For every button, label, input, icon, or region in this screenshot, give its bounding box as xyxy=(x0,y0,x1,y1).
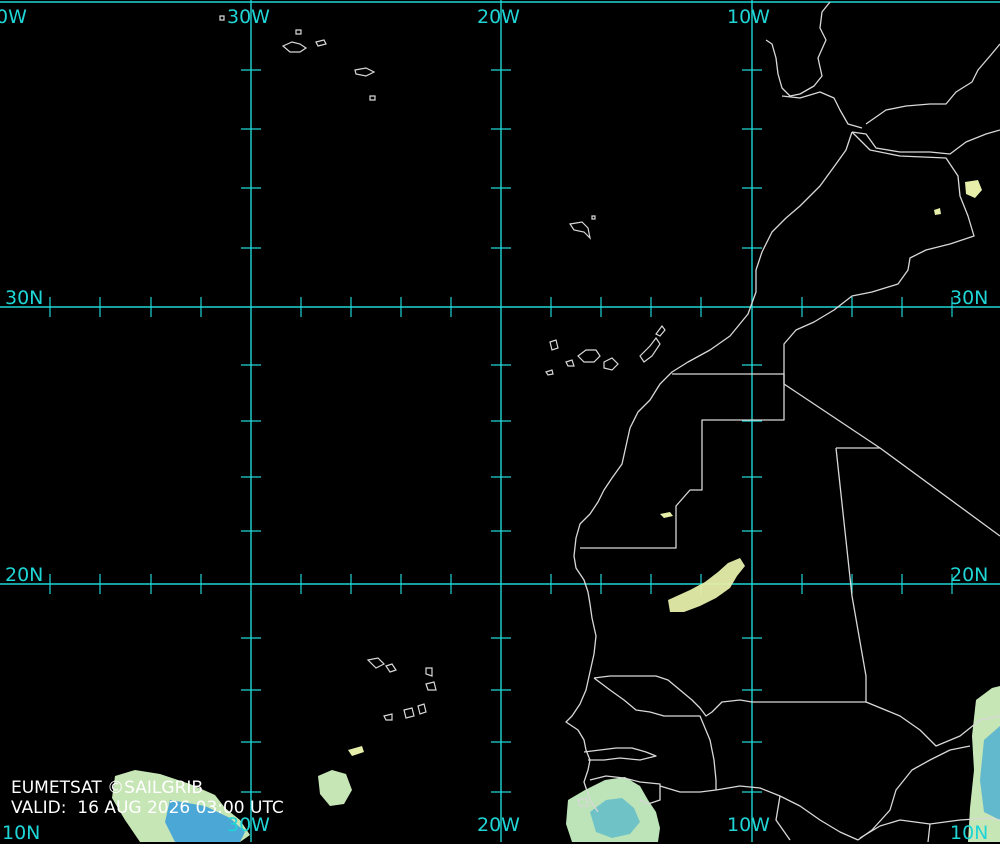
valid-time: VALID: 16 AUG 2026 03:00 UTC xyxy=(11,798,284,818)
longitude-label-30w-top: 30W xyxy=(227,6,270,28)
longitude-label-30w-bottom: 30W xyxy=(227,814,270,836)
latitude-label-30n-left: 30N xyxy=(5,287,44,309)
longitude-label-edge-top: 0W xyxy=(0,6,27,28)
longitude-label-10w-bottom: 10W xyxy=(727,814,770,836)
latitude-label-10n-right: 10N xyxy=(950,822,989,844)
longitude-label-10w-top: 10W xyxy=(727,6,770,28)
latitude-label-20n-right: 20N xyxy=(950,564,989,586)
longitude-label-20w-top: 20W xyxy=(477,6,520,28)
satellite-map xyxy=(0,0,1000,842)
latitude-label-10n-left: 10N xyxy=(2,822,41,844)
source-credit: EUMETSAT ©SAILGRIB xyxy=(11,778,204,798)
longitude-label-20w-bottom: 20W xyxy=(477,814,520,836)
latitude-label-20n-left: 20N xyxy=(5,564,44,586)
latitude-label-30n-right: 30N xyxy=(950,287,989,309)
